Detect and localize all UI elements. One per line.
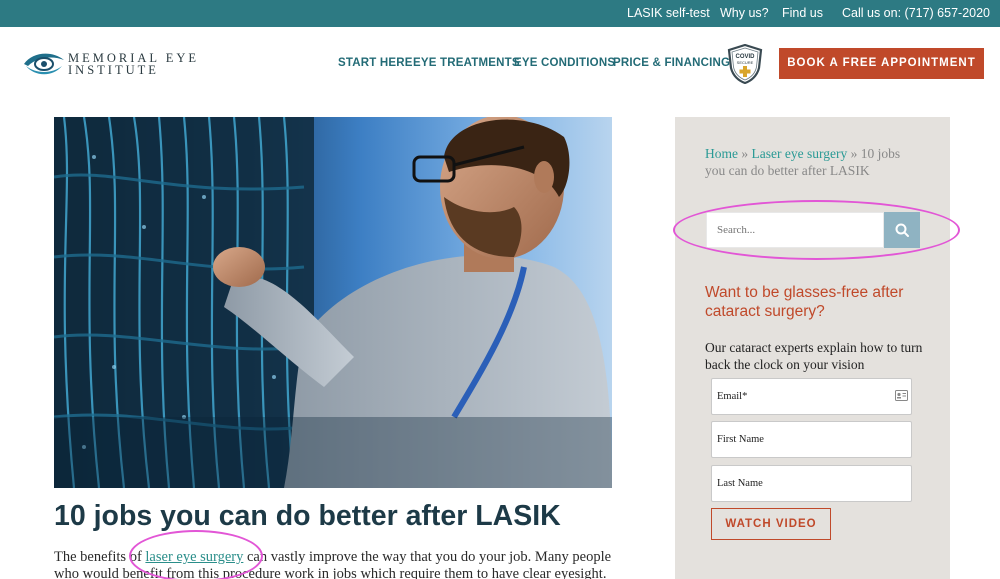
body-text-rest: can vastly improve the way that you do y… [243,549,612,565]
nav-eye-treatments[interactable]: EYE TREATMENTS [413,57,520,69]
nav-price-financing[interactable]: PRICE & FINANCING [613,57,730,69]
find-us-link[interactable]: Find us [782,6,823,20]
search-button[interactable] [884,212,920,248]
body-text-start: The benefits of [54,549,146,565]
last-name-field[interactable] [711,465,912,502]
laser-eye-surgery-link[interactable]: laser eye surgery [145,549,243,565]
breadcrumb-laser-eye-surgery[interactable]: Laser eye surgery [752,146,848,161]
lasik-self-test-link[interactable]: LASIK self-test [627,6,710,20]
contact-card-icon [895,390,908,401]
hero-image [54,117,612,488]
logo-text-line2: INSTITUTE [68,63,159,77]
search-input[interactable] [706,212,884,248]
site-logo[interactable]: MEMORIAL EYE INSTITUTE [22,48,212,80]
breadcrumb-home[interactable]: Home [705,146,738,161]
why-us-link[interactable]: Why us? [720,6,769,20]
search-icon [895,223,909,237]
breadcrumb-separator: » [738,146,752,161]
first-name-field[interactable] [711,421,912,458]
breadcrumb-separator: » [847,146,861,161]
covid-secure-badge: COVID SECURE [727,44,763,84]
body-text-line2: who would benefit from this procedure wo… [54,566,607,579]
call-us-link[interactable]: Call us on: (717) 657-2020 [842,6,990,20]
breadcrumb: Home » Laser eye surgery » 10 jobs you c… [705,146,920,179]
article-title: 10 jobs you can do better after LASIK [54,500,561,532]
nav-start-here[interactable]: START HERE [338,57,413,69]
eye-logo-icon [24,53,64,75]
promo-heading: Want to be glasses-free after cataract s… [705,284,904,320]
watch-video-button[interactable]: WATCH VIDEO [711,508,831,540]
article-intro: The benefits of laser eye surgery can va… [54,549,614,579]
book-appointment-button[interactable]: BOOK A FREE APPOINTMENT [779,48,984,79]
promo-description: Our cataract experts explain how to turn… [705,340,923,372]
covid-badge-line2: SECURE [737,60,754,65]
nav-eye-conditions[interactable]: EYE CONDITIONS [514,57,615,69]
utility-bar: LASIK self-test Why us? Find us Call us … [0,0,1000,27]
email-field[interactable] [711,378,912,415]
